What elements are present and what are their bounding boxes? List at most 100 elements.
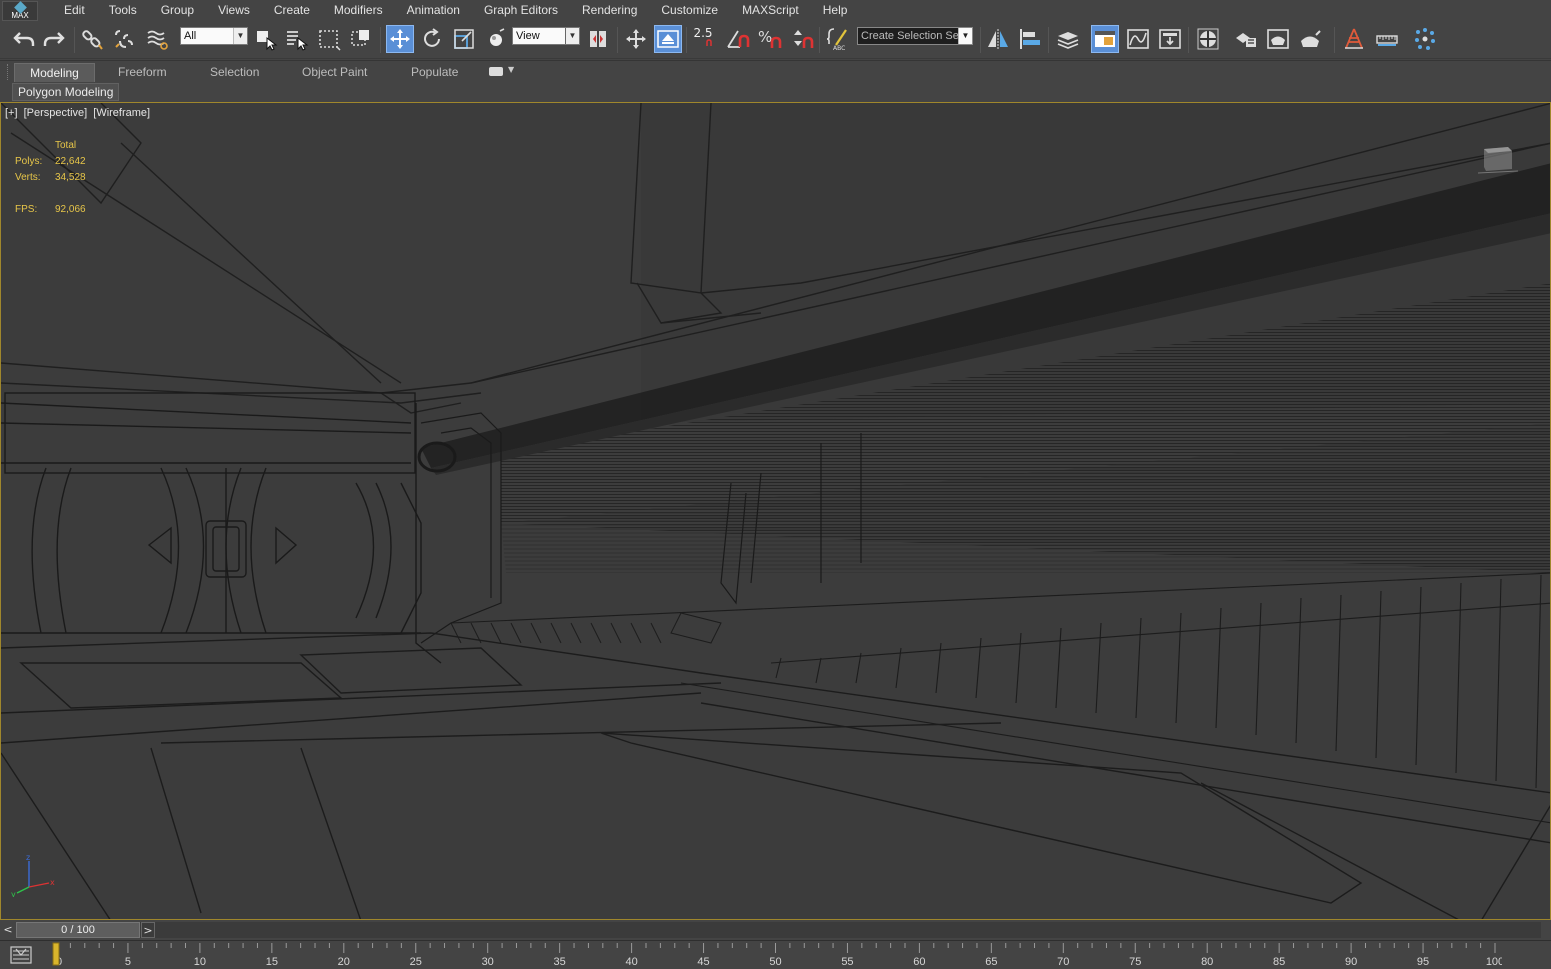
keyboard-shortcut-icon[interactable] [654, 25, 682, 53]
unlink-icon[interactable] [110, 25, 138, 53]
snap-value-label: 2.5 [693, 26, 713, 40]
time-slider-prev-button[interactable]: < [1, 922, 15, 938]
select-object-icon[interactable] [252, 25, 280, 53]
track-bar-ticks: 0510152025303540455055606570758085909510… [55, 943, 1502, 968]
toolbar-separator [819, 27, 820, 53]
select-by-name-icon[interactable] [283, 25, 311, 53]
ribbon-tabs: Modeling Freeform Selection Object Paint… [0, 60, 1551, 82]
schematic-view-icon[interactable] [1156, 25, 1184, 53]
menu-graph-editors[interactable]: Graph Editors [472, 0, 570, 21]
viewcube-icon[interactable] [1478, 141, 1518, 175]
selection-set-dropdown[interactable]: Create Selection Se ▼ [857, 27, 973, 45]
menu-create[interactable]: Create [262, 0, 322, 21]
track-bar-ruler[interactable]: 0510152025303540455055606570758085909510… [52, 941, 1502, 969]
tick-label: 55 [841, 956, 853, 968]
scene-explorer-icon[interactable] [1091, 25, 1119, 53]
ribbon-panel: Polygon Modeling [0, 82, 1551, 102]
select-move-icon[interactable] [386, 25, 414, 53]
render-setup-icon[interactable] [1232, 25, 1260, 53]
tick-label: 35 [554, 956, 566, 968]
tick-label: 20 [338, 956, 350, 968]
render-iterative-icon[interactable] [1340, 25, 1368, 53]
selection-set-value: Create Selection Se [861, 30, 959, 42]
select-rotate-icon[interactable] [418, 25, 446, 53]
tick-label: 10 [194, 956, 206, 968]
tick-label: 30 [482, 956, 494, 968]
reference-coordinate-dropdown[interactable]: View ▼ [512, 27, 580, 45]
svg-text:y: y [11, 890, 16, 897]
menu-edit[interactable]: Edit [52, 0, 97, 21]
align-icon[interactable] [1016, 25, 1044, 53]
edit-named-selection-icon[interactable]: ABC [824, 25, 852, 53]
chevron-down-icon[interactable]: ▼ [508, 65, 514, 74]
svg-text:%: % [758, 28, 772, 46]
menu-modifiers[interactable]: Modifiers [322, 0, 395, 21]
ribbon-options-icon[interactable] [489, 67, 503, 76]
snaps-toggle-icon[interactable]: 2.5 [692, 25, 720, 53]
viewport-pov-label[interactable]: [Perspective] [24, 107, 88, 119]
tick-label: 90 [1345, 956, 1357, 968]
time-slider-track[interactable] [16, 922, 1541, 938]
tick-label: 40 [625, 956, 637, 968]
polygon-modeling-panel[interactable]: Polygon Modeling [12, 83, 120, 101]
selection-filter-value: All [184, 30, 197, 42]
time-slider-next-button[interactable]: > [141, 922, 155, 938]
tick-label: 85 [1273, 956, 1285, 968]
tick-label: 65 [985, 956, 997, 968]
menu-group[interactable]: Group [149, 0, 206, 21]
tick-label: 80 [1201, 956, 1213, 968]
menu-customize[interactable]: Customize [649, 0, 730, 21]
time-slider: < 0 / 100 > [0, 920, 1551, 940]
axis-tripod-icon: z x y [11, 853, 55, 897]
tab-object-paint[interactable]: Object Paint [296, 63, 373, 82]
svg-text:z: z [26, 853, 30, 862]
toolbar-separator [980, 27, 981, 53]
particle-view-icon[interactable] [1411, 25, 1439, 53]
viewport-menu-label[interactable]: [+] [5, 107, 18, 119]
current-frame-marker[interactable] [52, 942, 60, 966]
menu-tools[interactable]: Tools [97, 0, 149, 21]
rendered-frame-window-icon[interactable] [1264, 25, 1292, 53]
manipulate-icon[interactable] [622, 25, 650, 53]
viewport-shading-label[interactable]: [Wireframe] [93, 107, 150, 119]
menu-rendering[interactable]: Rendering [570, 0, 649, 21]
curve-editor-icon[interactable] [1124, 25, 1152, 53]
app-logo[interactable]: MAX [2, 0, 38, 21]
percent-snap-icon[interactable]: % [756, 25, 784, 53]
rectangular-selection-icon[interactable] [315, 25, 343, 53]
render-production-icon[interactable] [1296, 25, 1324, 53]
menu-maxscript[interactable]: MAXScript [730, 0, 811, 21]
ruler-icon[interactable] [1373, 25, 1401, 53]
time-slider-thumb[interactable]: 0 / 100 [16, 922, 140, 938]
tab-selection[interactable]: Selection [204, 63, 265, 82]
redo-icon[interactable] [40, 25, 68, 53]
verts-label: Verts: [15, 172, 41, 183]
mini-curve-editor-icon[interactable] [10, 945, 32, 965]
menu-views[interactable]: Views [206, 0, 262, 21]
selection-filter-dropdown[interactable]: All ▼ [180, 27, 248, 45]
menu-animation[interactable]: Animation [395, 0, 472, 21]
track-bar: 0510152025303540455055606570758085909510… [0, 940, 1551, 969]
layer-explorer-icon[interactable] [1054, 25, 1082, 53]
angle-snap-icon[interactable] [724, 25, 752, 53]
window-crossing-icon[interactable] [347, 25, 375, 53]
undo-icon[interactable] [10, 25, 38, 53]
tick-label: 75 [1129, 956, 1141, 968]
bind-space-warp-icon[interactable] [143, 25, 171, 53]
fps-label: FPS: [15, 204, 38, 215]
ribbon-grip[interactable] [7, 64, 11, 80]
mirror-icon[interactable] [984, 25, 1012, 53]
select-scale-icon[interactable] [450, 25, 478, 53]
tab-modeling[interactable]: Modeling [14, 63, 95, 82]
use-pivot-center-icon[interactable] [585, 25, 613, 53]
tab-populate[interactable]: Populate [405, 63, 464, 82]
menu-help[interactable]: Help [811, 0, 860, 21]
link-icon[interactable] [78, 25, 106, 53]
tab-freeform[interactable]: Freeform [112, 63, 173, 82]
viewport-label[interactable]: [+] [Perspective] [Wireframe] [5, 107, 153, 119]
pivot-icon[interactable] [482, 25, 510, 53]
toolbar-separator [74, 27, 75, 53]
spinner-snap-icon[interactable] [788, 25, 816, 53]
material-editor-icon[interactable] [1194, 25, 1222, 53]
perspective-viewport[interactable]: [+] [Perspective] [Wireframe] Total Poly… [0, 102, 1551, 920]
